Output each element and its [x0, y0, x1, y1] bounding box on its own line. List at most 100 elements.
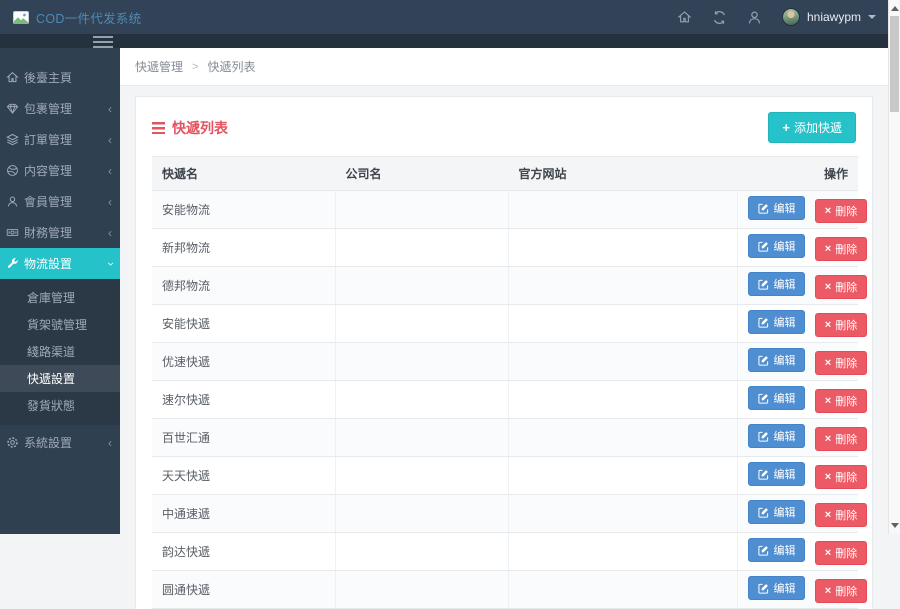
edit-button[interactable]: 编辑: [748, 424, 805, 448]
col-company-name: 公司名: [336, 157, 509, 191]
dribbble-icon: [6, 164, 19, 177]
cell-website: [509, 191, 738, 229]
delete-button[interactable]: × 刪除: [815, 351, 867, 375]
chevron-icon: ‹: [108, 196, 112, 208]
delete-icon: ×: [825, 510, 831, 521]
cell-company-name: [336, 457, 509, 495]
col-actions: 操作: [738, 157, 858, 191]
app-title: COD一件代发系统: [36, 8, 141, 27]
edit-button[interactable]: 编辑: [748, 196, 805, 220]
edit-button[interactable]: 编辑: [748, 234, 805, 258]
breadcrumb-link[interactable]: 快遞管理: [135, 58, 183, 75]
cell-actions: 编辑 × 刪除: [738, 381, 858, 419]
scrollbar-thumb[interactable]: [890, 16, 899, 112]
delete-button[interactable]: × 刪除: [815, 579, 867, 603]
edit-button[interactable]: 编辑: [748, 272, 805, 296]
sidebar-subitem[interactable]: 綫路渠道: [0, 338, 120, 365]
delete-button[interactable]: × 刪除: [815, 313, 867, 337]
cell-company-name: [336, 381, 509, 419]
edit-icon: [758, 507, 769, 518]
menu-toggle-icon[interactable]: [93, 36, 113, 51]
delete-button[interactable]: × 刪除: [815, 389, 867, 413]
delete-button[interactable]: × 刪除: [815, 427, 867, 451]
cell-website: [509, 381, 738, 419]
sidebar-subitem[interactable]: 倉庫管理: [0, 284, 120, 311]
app-logo[interactable]: COD一件代发系统: [0, 8, 141, 27]
scroll-up-arrow-icon[interactable]: [891, 6, 899, 11]
edit-button[interactable]: 编辑: [748, 310, 805, 334]
sidebar-item-gear[interactable]: 系統設置 ‹: [0, 427, 120, 458]
delete-button[interactable]: × 刪除: [815, 275, 867, 299]
sidebar-item-label: 後臺主頁: [24, 69, 72, 86]
table-row: 安能快遞 编辑 × 刪除: [152, 305, 858, 343]
cell-website: [509, 343, 738, 381]
list-icon: [152, 122, 165, 134]
sidebar-subitem[interactable]: 貨架號管理: [0, 311, 120, 338]
add-courier-button[interactable]: + 添加快遞: [768, 112, 856, 143]
cell-actions: 编辑 × 刪除: [738, 495, 858, 533]
scroll-down-arrow-icon[interactable]: [891, 523, 899, 528]
sidebar-item-money[interactable]: 財務管理 ‹: [0, 217, 120, 248]
sidebar-item-home[interactable]: 後臺主頁: [0, 62, 120, 93]
delete-button[interactable]: × 刪除: [815, 237, 867, 261]
edit-button[interactable]: 编辑: [748, 348, 805, 372]
user-icon[interactable]: [747, 9, 763, 25]
cell-actions: 编辑 × 刪除: [738, 305, 858, 343]
edit-button[interactable]: 编辑: [748, 462, 805, 486]
secondary-bar: [0, 34, 900, 48]
sidebar-item-label: 包裹管理: [24, 100, 72, 117]
sidebar-subitem-label: 快遞設置: [27, 372, 75, 386]
edit-button[interactable]: 编辑: [748, 538, 805, 562]
cell-courier-name: 天天快遞: [152, 457, 336, 495]
edit-icon: [758, 583, 769, 594]
edit-button[interactable]: 编辑: [748, 500, 805, 524]
wrench-icon: [6, 257, 19, 270]
cell-courier-name: 优速快遞: [152, 343, 336, 381]
username: hniawypm: [807, 10, 861, 24]
cell-actions: 编辑 × 刪除: [738, 191, 858, 229]
cell-company-name: [336, 571, 509, 609]
chevron-icon: ‹: [108, 103, 112, 115]
refresh-icon[interactable]: [712, 9, 728, 25]
delete-icon: ×: [825, 396, 831, 407]
panel-title: 快遞列表: [152, 118, 228, 138]
cell-company-name: [336, 267, 509, 305]
home-icon[interactable]: [677, 9, 693, 25]
sidebar-item-wrench[interactable]: 物流設置 ‹: [0, 248, 120, 279]
cell-courier-name: 速尔快遞: [152, 381, 336, 419]
cell-website: [509, 267, 738, 305]
cell-courier-name: 德邦物流: [152, 267, 336, 305]
user-icon: [6, 195, 19, 208]
sidebar-item-layers[interactable]: 訂單管理 ‹: [0, 124, 120, 155]
col-website: 官方网站: [509, 157, 738, 191]
cell-actions: 编辑 × 刪除: [738, 419, 858, 457]
sidebar-item-user[interactable]: 會員管理 ‹: [0, 186, 120, 217]
sidebar-subitem[interactable]: 發貨狀態: [0, 392, 120, 419]
table-row: 速尔快遞 编辑 × 刪除: [152, 381, 858, 419]
delete-button[interactable]: × 刪除: [815, 541, 867, 565]
cell-courier-name: 圆通快遞: [152, 571, 336, 609]
sidebar-subitem[interactable]: 快遞設置: [0, 365, 120, 392]
delete-icon: ×: [825, 548, 831, 559]
delete-button[interactable]: × 刪除: [815, 465, 867, 489]
cell-company-name: [336, 191, 509, 229]
sidebar-item-gem[interactable]: 包裹管理 ‹: [0, 93, 120, 124]
edit-icon: [758, 241, 769, 252]
sidebar-item-dribbble[interactable]: 内容管理 ‹: [0, 155, 120, 186]
broken-image-icon: [13, 11, 29, 24]
delete-button[interactable]: × 刪除: [815, 503, 867, 527]
delete-button[interactable]: × 刪除: [815, 199, 867, 223]
edit-icon: [758, 355, 769, 366]
table-row: 韵达快遞 编辑 × 刪除: [152, 533, 858, 571]
edit-button[interactable]: 编辑: [748, 576, 805, 600]
user-menu[interactable]: hniawypm: [782, 8, 876, 26]
plus-icon: +: [782, 121, 790, 134]
sidebar-subitem-label: 倉庫管理: [27, 291, 75, 305]
chevron-icon: ‹: [108, 134, 112, 146]
caret-down-icon: [868, 15, 876, 19]
sidebar-subitem-label: 貨架號管理: [27, 318, 87, 332]
edit-button[interactable]: 编辑: [748, 386, 805, 410]
layers-icon: [6, 133, 19, 146]
delete-icon: ×: [825, 244, 831, 255]
gem-icon: [6, 102, 19, 115]
